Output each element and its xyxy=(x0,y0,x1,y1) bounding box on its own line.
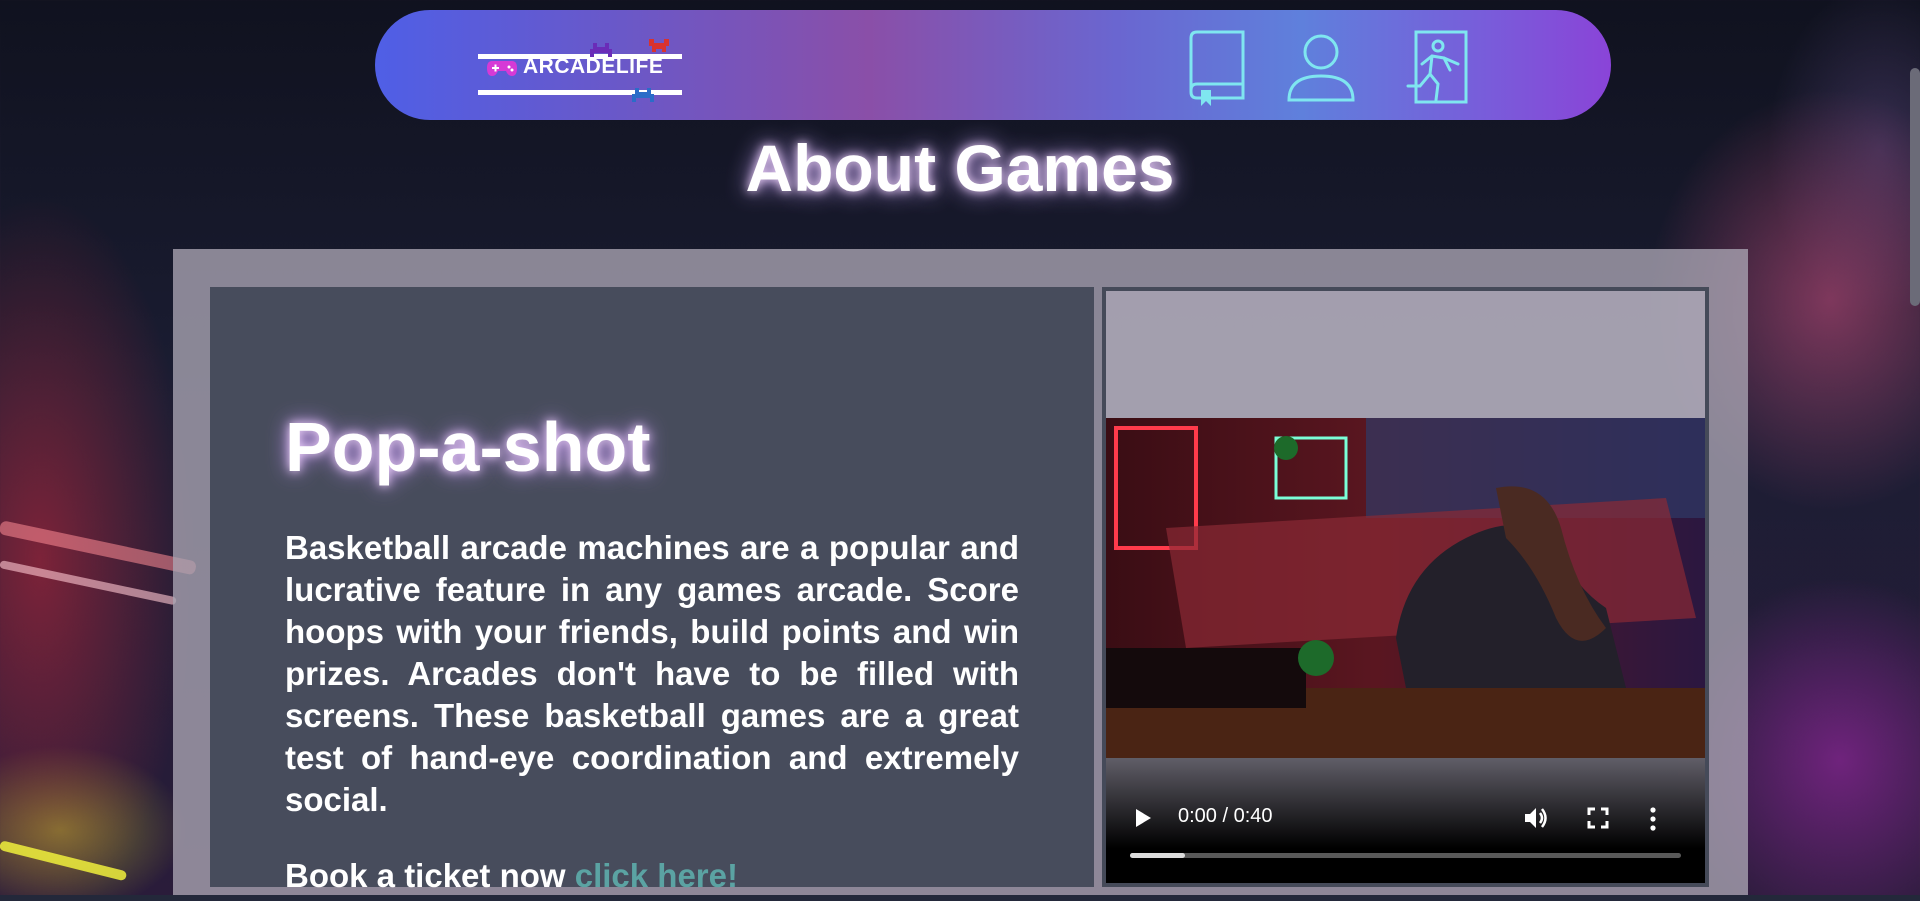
game-title: Pop-a-shot xyxy=(285,408,651,486)
fullscreen-icon[interactable] xyxy=(1586,806,1610,830)
arcadelife-logo[interactable]: ARCADELIFE xyxy=(478,34,688,102)
light-streak xyxy=(0,840,128,882)
volume-icon[interactable] xyxy=(1522,805,1550,831)
book-icon[interactable] xyxy=(1185,28,1257,108)
space-invader-icon xyxy=(632,88,654,102)
video-progress-fill xyxy=(1130,853,1186,858)
scrollbar-thumb[interactable] xyxy=(1910,68,1920,306)
book-ticket-line: Book a ticket now click here! xyxy=(285,857,738,895)
book-ticket-link[interactable]: click here! xyxy=(575,857,738,894)
video-player[interactable]: 0:00 / 0:40 xyxy=(1102,287,1709,887)
play-icon[interactable] xyxy=(1132,806,1154,830)
video-progress-bar[interactable] xyxy=(1130,853,1681,858)
light-streak xyxy=(0,560,177,606)
game-info-panel: Pop-a-shot Basketball arcade machines ar… xyxy=(210,287,1094,894)
page-title: About Games xyxy=(745,131,1175,205)
gamepad-icon xyxy=(487,61,517,76)
top-navigation-bar: ARCADELIFE xyxy=(375,10,1611,120)
bottom-edge xyxy=(0,895,1920,901)
video-time: 0:00 / 0:40 xyxy=(1178,805,1273,827)
video-controls: 0:00 / 0:40 xyxy=(1106,758,1705,883)
game-description: Basketball arcade machines are a popular… xyxy=(285,529,1019,818)
book-ticket-text: Book a ticket now xyxy=(285,857,575,894)
video-frame[interactable] xyxy=(1106,418,1705,758)
user-icon[interactable] xyxy=(1285,28,1357,108)
more-options-icon[interactable] xyxy=(1648,806,1658,832)
exit-door-icon[interactable] xyxy=(1400,28,1472,108)
logo-text: ARCADELIFE xyxy=(523,55,664,78)
game-card: Pop-a-shot Basketball arcade machines ar… xyxy=(173,249,1748,901)
